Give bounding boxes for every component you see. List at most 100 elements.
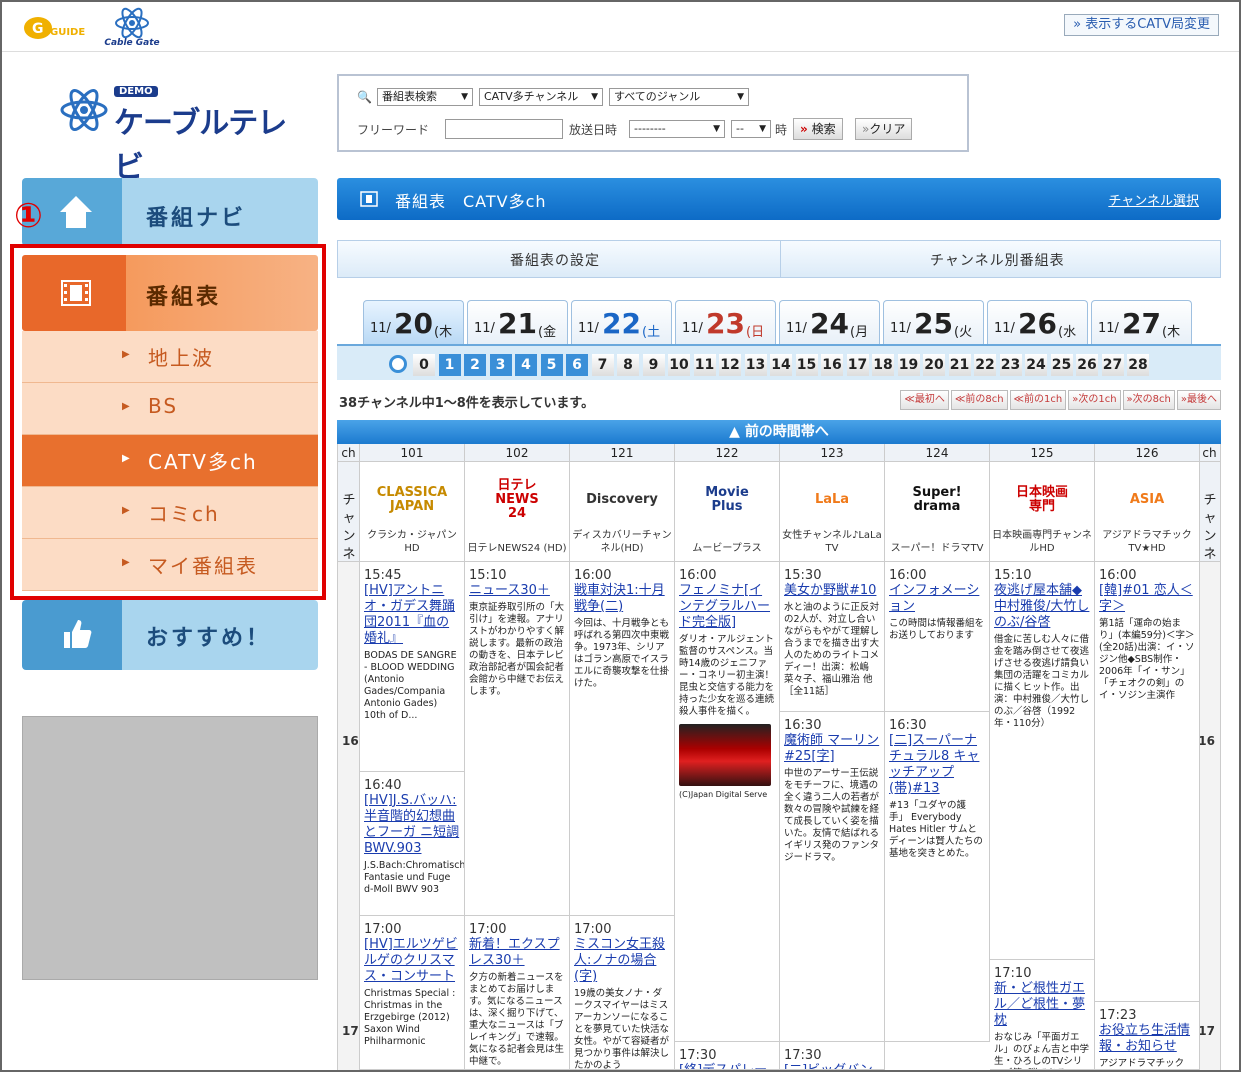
program-title[interactable]: 新・ど根性ガエル／ど根性・夢枕 <box>994 981 1090 1029</box>
pager-button[interactable]: »次の8ch <box>1122 390 1175 410</box>
program-title[interactable]: [終]デスパレートな妻たち <box>679 1063 775 1069</box>
program-cell[interactable]: 15:30 美女か野獣#10 水と油のように正反対の2人が、対立し合いながらもやがて… <box>780 562 885 712</box>
hour-button[interactable]: 20 <box>923 354 945 376</box>
hour-button[interactable]: 3 <box>489 354 512 376</box>
date-tab[interactable]: 11/22(土曜) <box>571 300 672 359</box>
date-tab[interactable]: 11/23(日曜) <box>675 300 776 359</box>
program-cell[interactable]: 15:10 ニュース30＋ 東京証券取引所の「大引け」を速報。アナリストがわかりやす… <box>465 562 570 916</box>
tab-by-channel[interactable]: チャンネル別番組表 <box>930 250 1065 270</box>
catv-change-link[interactable]: » 表示するCATV局変更 <box>1064 14 1219 36</box>
program-cell[interactable]: 17:23お役立ち生活情報・お知らせアジアドラマチックTV <box>1095 1002 1200 1070</box>
program-title[interactable]: 夜逃げ屋本舗◆中村雅俊/大竹しのぶ/谷啓 <box>994 583 1090 631</box>
hour-button[interactable]: 7 <box>591 354 614 376</box>
program-cell[interactable]: 15:10 夜逃げ屋本舗◆中村雅俊/大竹しのぶ/谷啓 借金に苦しむ人々に借金を踏み倒… <box>990 562 1095 960</box>
pager-button[interactable]: »最後へ <box>1176 390 1221 410</box>
hour-button[interactable]: 0 <box>413 354 435 376</box>
hour-button[interactable]: 22 <box>974 354 996 376</box>
hour-button[interactable]: 10 <box>668 354 690 376</box>
program-cell[interactable]: 17:00 [HV]エルツゲビルゲのクリスマス・コンサート Christmas Sp… <box>360 916 465 1070</box>
channel-cell[interactable]: Movie Plus ムービープラス <box>675 462 780 562</box>
hour-select[interactable]: -- ▼ <box>731 120 771 138</box>
channel-select-link[interactable]: チャンネル選択 <box>1108 190 1199 209</box>
cablegate-logo[interactable]: Cable Gate <box>100 6 164 50</box>
hour-button[interactable]: 17 <box>846 354 869 376</box>
program-title[interactable]: お役立ち生活情報・お知らせ <box>1099 1023 1195 1055</box>
hour-button[interactable]: 27 <box>1101 354 1124 376</box>
genre-select[interactable]: すべてのジャンル ▼ <box>609 88 749 106</box>
hour-button[interactable]: 6 <box>566 354 588 376</box>
search-type-select[interactable]: 番組表検索 ▼ <box>377 88 473 106</box>
hour-button[interactable]: 26 <box>1076 354 1098 376</box>
hour-button[interactable]: 13 <box>744 354 767 376</box>
hour-button[interactable]: 24 <box>1025 354 1047 376</box>
program-title[interactable]: [二]ビッグバン★セオリー <box>784 1063 880 1069</box>
program-cell[interactable]: 16:00 インフォメーション この時間は情報番組をお送りしております <box>885 562 990 712</box>
hour-button[interactable]: 18 <box>872 354 894 376</box>
clock-icon[interactable] <box>389 355 407 373</box>
program-title[interactable]: インフォメーション <box>889 583 985 615</box>
program-cell[interactable]: 15:45 [HV]アントニオ・ガデス舞踊団2011『血の婚礼』 BODAS DE … <box>360 562 465 772</box>
hour-button[interactable]: 2 <box>464 354 486 376</box>
site-logo[interactable]: DEMO ケーブルテレビ <box>58 82 298 185</box>
program-cell[interactable]: 17:00 ミスコン女王殺人:ノナの場合(字) 19歳の美女ノナ・ダークスマイヤーは… <box>570 916 675 1070</box>
sidebar-item-osusume[interactable]: おすすめ！ <box>22 600 318 670</box>
program-title[interactable]: フェノミナ[インテグラルハード完全版] <box>679 583 775 631</box>
channel-cell[interactable]: CLASSICA JAPAN クラシカ・ジャパンHD <box>360 462 465 562</box>
hour-button[interactable]: 15 <box>795 354 818 376</box>
program-title[interactable]: 魔術師 マーリン#25[字] <box>784 733 880 765</box>
program-cell[interactable]: 17:10 新・ど根性ガエル／ど根性・夢枕 おなじみ「平面ガエル」のぴょん吉と中学生… <box>990 960 1095 1070</box>
program-title[interactable]: 新着！エクスプレス30＋ <box>469 937 565 969</box>
date-tab[interactable]: 11/21(金曜) <box>467 300 568 359</box>
hour-button[interactable]: 23 <box>999 354 1022 376</box>
program-title[interactable]: [HV]エルツゲビルゲのクリスマス・コンサート <box>364 937 460 985</box>
hour-button[interactable]: 21 <box>948 354 971 376</box>
pager-button[interactable]: ≪最初へ <box>900 390 949 410</box>
channel-cell[interactable]: Discovery ディスカバリーチャンネル(HD) <box>570 462 675 562</box>
hour-button[interactable]: 5 <box>540 354 563 376</box>
program-title[interactable]: 美女か野獣#10 <box>784 583 880 599</box>
pager-button[interactable]: ≪前の8ch <box>950 390 1008 410</box>
hour-button[interactable]: 16 <box>821 354 843 376</box>
program-title[interactable]: 戦車対決1:十月戦争(二) <box>574 583 670 615</box>
program-cell[interactable]: 16:00 [韓]#01 恋人＜字＞ 第1話「運命の始まり」(本編59分)＜字＞(全… <box>1095 562 1200 1002</box>
channel-cell[interactable]: LaLa 女性チャンネル♪LaLa TV <box>780 462 885 562</box>
program-cell[interactable]: 16:00 フェノミナ[インテグラルハード完全版] ダリオ・アルジェント監督のサスペ… <box>675 562 780 1042</box>
search-button[interactable]: » 検索 <box>793 118 843 140</box>
hour-button[interactable]: 14 <box>770 354 792 376</box>
freeword-input[interactable] <box>445 119 563 139</box>
channel-cell[interactable]: ASIA アジアドラマチックTV★HD <box>1095 462 1200 562</box>
date-tab[interactable]: 11/24(月曜) <box>779 300 880 359</box>
hour-button[interactable]: 1 <box>438 354 461 376</box>
hour-button[interactable]: 9 <box>642 354 665 376</box>
sidebar-item-navi[interactable]: 番組ナビ <box>22 178 318 246</box>
program-cell[interactable]: 16:30 魔術師 マーリン#25[字] 中世のアーサー王伝説をモチーフに、境遇の全… <box>780 712 885 1042</box>
date-tab[interactable]: 11/26(水曜) <box>987 300 1088 359</box>
channel-cell[interactable]: 日テレ NEWS 24 日テレNEWS24 (HD) <box>465 462 570 562</box>
program-cell[interactable]: 17:30[二]ビッグバン★セオリー <box>780 1042 885 1070</box>
program-title[interactable]: [二]スーパーナチュラル8 キャッチアップ(帯)#13 <box>889 733 985 797</box>
clear-button[interactable]: »クリア <box>855 118 913 140</box>
hour-button[interactable]: 4 <box>515 354 537 376</box>
date-tab[interactable]: 11/20(木曜) <box>363 300 464 359</box>
date-tab[interactable]: 11/25(火曜) <box>883 300 984 359</box>
date-select[interactable]: -------- ▼ <box>629 120 725 138</box>
program-title[interactable]: ニュース30＋ <box>469 583 565 599</box>
program-title[interactable]: [HV]アントニオ・ガデス舞踊団2011『血の婚礼』 <box>364 583 460 647</box>
program-cell[interactable]: 16:30 [二]スーパーナチュラル8 キャッチアップ(帯)#13 #13「ユダヤの… <box>885 712 990 1042</box>
hour-button[interactable]: 19 <box>897 354 920 376</box>
program-title[interactable]: [韓]#01 恋人＜字＞ <box>1099 583 1195 615</box>
date-tab[interactable]: 11/27(木曜) <box>1091 300 1192 359</box>
hour-button[interactable]: 28 <box>1127 354 1149 376</box>
hour-button[interactable]: 8 <box>617 354 639 376</box>
channel-select[interactable]: CATV多チャンネル ▼ <box>479 88 603 106</box>
prev-timeslot-button[interactable]: ▲ 前の時間帯へ <box>337 420 1221 444</box>
program-title[interactable]: [HV]J.S.バッハ:半音階的幻想曲とフーガ ニ短調BWV.903 <box>364 793 460 857</box>
channel-cell[interactable]: Super! drama スーパー！ドラマTV <box>885 462 990 562</box>
program-cell[interactable]: 16:00 戦車対決1:十月戦争(二) 今回は、十月戦争とも呼ばれる第四次中東戦争。… <box>570 562 675 916</box>
pager-button[interactable]: »次の1ch <box>1068 390 1121 410</box>
pager-button[interactable]: ≪前の1ch <box>1009 390 1067 410</box>
program-cell[interactable]: 17:30[終]デスパレートな妻たち <box>675 1042 780 1070</box>
program-cell[interactable]: 17:00 新着！エクスプレス30＋ 夕方の新着ニュースをまとめてお届けします。気に… <box>465 916 570 1070</box>
hour-button[interactable]: 11 <box>693 354 716 376</box>
program-cell[interactable]: 16:40 [HV]J.S.バッハ:半音階的幻想曲とフーガ ニ短調BWV.903 J… <box>360 772 465 916</box>
